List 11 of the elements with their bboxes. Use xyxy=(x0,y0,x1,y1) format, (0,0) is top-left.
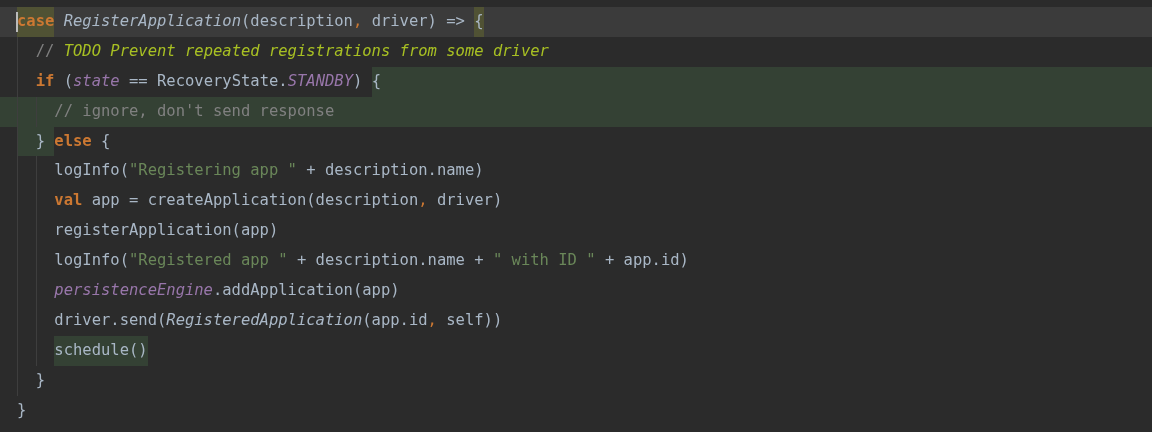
code-line: logInfo("Registering app " + description.name) xyxy=(0,156,1152,187)
code-line: persistenceEngine.addApplication(app) xyxy=(0,276,1152,306)
code-line: } xyxy=(0,365,1152,396)
code-line: logInfo("Registered app " + description.name + " with ID " + app.id) xyxy=(0,246,1152,276)
code-line: schedule() xyxy=(0,335,1152,366)
code-line: } else { xyxy=(0,126,1152,157)
code-line: driver.send(RegisteredApplication(app.id, self)) xyxy=(0,305,1152,336)
code-line: val app = createApplication(description, driver) xyxy=(0,186,1152,217)
code-line: } xyxy=(16,399,28,421)
code-line: registerApplication(app) xyxy=(0,216,1152,247)
code-line: // TODO Prevent repeated registrations from some driver xyxy=(0,36,1152,67)
